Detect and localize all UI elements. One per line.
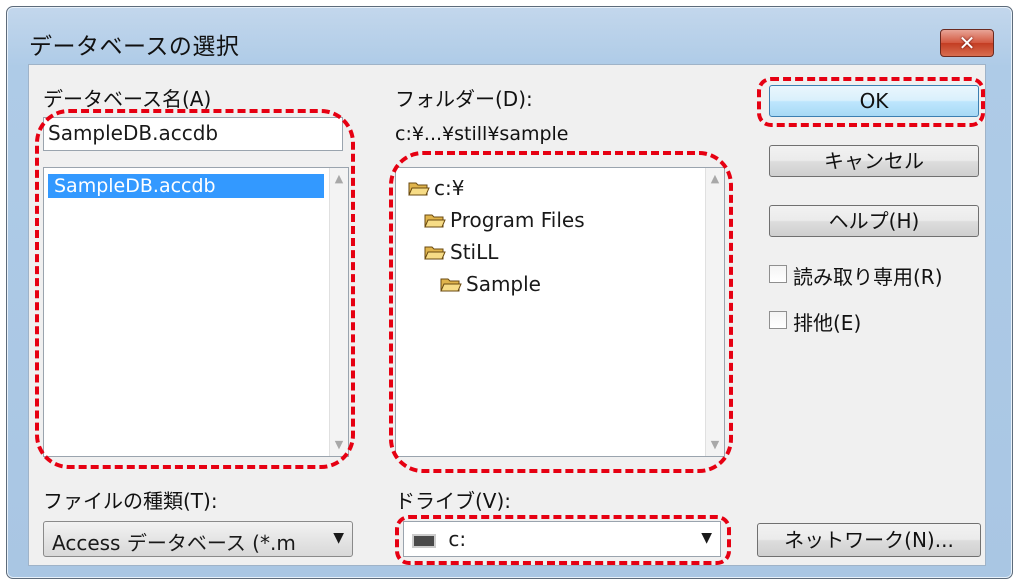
folder-item-label: Sample (466, 272, 541, 296)
scroll-up-icon[interactable]: ▲ (330, 170, 348, 188)
exclusive-label: 排他(E) (793, 311, 862, 335)
drive-label: ドライブ(V): (395, 489, 512, 513)
file-type-value: Access データベース (*.m (52, 531, 296, 555)
cancel-button-label: キャンセル (824, 149, 924, 173)
chevron-down-icon: ▼ (701, 530, 712, 546)
file-type-label: ファイルの種類(T): (43, 489, 218, 513)
folder-item-sample[interactable]: Sample (440, 272, 541, 296)
folder-item-root[interactable]: c:¥ (408, 176, 464, 200)
help-button[interactable]: ヘルプ(H) (769, 205, 979, 237)
read-only-label: 読み取り専用(R) (793, 265, 943, 289)
drive-select[interactable]: c: ▼ (403, 521, 721, 557)
database-name-label: データベース名(A) (43, 87, 212, 111)
drive-value: c: (448, 527, 467, 551)
database-name-input[interactable]: SampleDB.accdb (43, 117, 343, 151)
folder-current-path: c:¥...¥still¥sample (395, 123, 569, 145)
drive-icon (412, 533, 436, 548)
dialog-client-area: データベース名(A) SampleDB.accdb SampleDB.accdb… (28, 64, 986, 566)
cancel-button[interactable]: キャンセル (769, 145, 979, 177)
database-name-value: SampleDB.accdb (48, 121, 219, 145)
network-button-label: ネットワーク(N)... (784, 528, 954, 552)
list-item-label: SampleDB.accdb (54, 175, 216, 197)
list-item[interactable]: SampleDB.accdb (48, 174, 324, 198)
network-button[interactable]: ネットワーク(N)... (757, 523, 981, 557)
database-file-list[interactable]: SampleDB.accdb ▲ ▼ (43, 167, 349, 457)
scroll-down-icon[interactable]: ▼ (330, 436, 348, 454)
file-type-select[interactable]: Access データベース (*.m ▼ (43, 521, 353, 557)
ok-button[interactable]: OK (769, 85, 979, 117)
scroll-down-icon[interactable]: ▼ (706, 436, 724, 454)
scroll-up-icon[interactable]: ▲ (706, 170, 724, 188)
folder-tree-scrollbar[interactable]: ▲ ▼ (705, 168, 724, 456)
database-list-scrollbar[interactable]: ▲ ▼ (329, 168, 348, 456)
dialog-title: データベースの選択 (29, 34, 240, 60)
folder-item-still[interactable]: StiLL (424, 240, 498, 264)
folder-open-icon (408, 182, 430, 196)
help-button-label: ヘルプ(H) (828, 209, 920, 233)
folder-label: フォルダー(D): (395, 87, 533, 111)
close-icon: ✕ (958, 31, 976, 55)
folder-open-icon (440, 278, 462, 292)
folder-item-label: Program Files (450, 208, 585, 232)
folder-item-label: c:¥ (434, 176, 465, 200)
folder-item-program-files[interactable]: Program Files (424, 208, 585, 232)
read-only-checkbox[interactable] (769, 265, 787, 283)
folder-open-icon (424, 214, 446, 228)
chevron-down-icon: ▼ (333, 530, 344, 546)
title-bar[interactable]: データベースの選択 ✕ (7, 7, 1012, 67)
folder-open-icon (424, 246, 446, 260)
folder-item-label: StiLL (450, 240, 499, 264)
folder-tree[interactable]: c:¥ Program Files StiLL Sample ▲ ▼ (395, 167, 725, 457)
ok-button-label: OK (859, 89, 889, 113)
close-button[interactable]: ✕ (940, 29, 994, 57)
exclusive-checkbox[interactable] (769, 311, 787, 329)
